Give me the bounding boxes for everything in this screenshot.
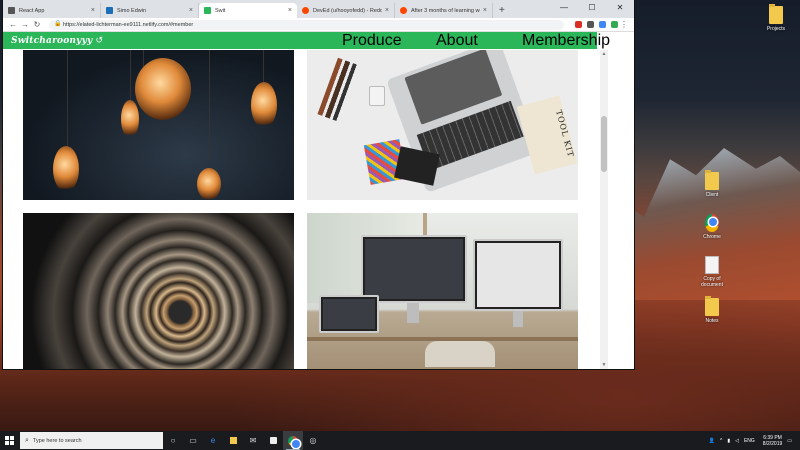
tab-close-icon[interactable]: × (288, 7, 292, 14)
document-icon (705, 256, 719, 274)
tab-close-icon[interactable]: × (483, 7, 487, 14)
minimize-button[interactable]: — (550, 0, 578, 14)
address-bar-row: ← → ↻ 🔒 https://elated-lichterman-ee9111… (3, 18, 634, 32)
scroll-down-icon[interactable]: ▼ (600, 362, 608, 368)
tab-close-icon[interactable]: × (385, 7, 389, 14)
mail-icon[interactable]: ✉ (243, 431, 263, 450)
extension-icon[interactable] (575, 21, 582, 28)
folder-icon (705, 170, 719, 190)
photo-spiral-staircase (23, 213, 294, 369)
file-explorer-icon[interactable] (223, 431, 243, 450)
clock-time: 6:39 PM (763, 434, 782, 441)
edge-icon[interactable]: e (203, 431, 223, 450)
people-icon[interactable]: 👤 (709, 438, 715, 444)
page-scrollbar[interactable]: ▲ ▼ (600, 50, 608, 369)
tab-close-icon[interactable]: × (189, 7, 193, 14)
task-view-icon[interactable]: ○ (163, 431, 183, 450)
nav-link-about[interactable]: About (436, 32, 478, 50)
photo-edison-bulbs (23, 50, 294, 200)
reload-button[interactable]: ↻ (31, 20, 43, 29)
site-logo[interactable]: Switcharoonyyy (11, 36, 92, 46)
nav-link-membership[interactable]: Membership (522, 32, 610, 50)
tab-simo-edwin[interactable]: Simo Edwin × (101, 3, 199, 18)
desktop-icon-projects[interactable]: Projects (756, 4, 796, 32)
tab-close-icon[interactable]: × (91, 7, 95, 14)
system-tray: 👤 ^ ▮ ◁ ENG 6:39 PM 8/2/2019 ▭ (704, 435, 800, 447)
task-view-button[interactable]: ▭ (183, 431, 203, 450)
photo-laptop-desk: TOOL KIT (307, 50, 578, 200)
desktop-icon-client[interactable]: Client (692, 170, 732, 198)
logo-swirl-icon: ↺ (95, 35, 104, 45)
start-button[interactable] (0, 431, 18, 450)
network-icon[interactable]: ▮ (727, 438, 730, 444)
maximize-button[interactable]: ☐ (578, 0, 606, 14)
store-icon[interactable] (263, 431, 283, 450)
site-header: Switcharoonyyy ↺ Produce About Membershi… (3, 32, 610, 50)
new-tab-button[interactable]: + (499, 3, 505, 18)
desktop-icon-chrome[interactable]: Chrome (692, 214, 732, 240)
window-controls: — ☐ ✕ (550, 0, 634, 14)
chrome-taskbar-icon[interactable] (283, 431, 303, 450)
scrollbar-thumb[interactable] (601, 116, 607, 172)
windows-logo-icon (4, 436, 14, 445)
taskbar: ⌕ Type here to search ○ ▭ e ✉ ◎ 👤 ^ ▮ ◁ … (0, 431, 800, 450)
extension-icon[interactable] (611, 21, 618, 28)
scroll-up-icon[interactable]: ▲ (600, 51, 608, 57)
volume-icon[interactable]: ◁ (735, 438, 739, 444)
show-hidden-icon[interactable]: ^ (720, 438, 722, 444)
tab-favicon-icon (106, 7, 113, 14)
tool-kit-bag: TOOL KIT (516, 95, 578, 175)
reddit-icon (302, 7, 309, 14)
nav-link-produce[interactable]: Produce (342, 32, 402, 50)
tab-swit[interactable]: Swit × (199, 3, 297, 18)
back-button[interactable]: ← (7, 20, 19, 29)
desktop-icon-document[interactable]: Copy of document (692, 256, 732, 288)
forward-button[interactable]: → (19, 20, 31, 29)
tab-favicon-icon (8, 7, 15, 14)
app-icon[interactable]: ◎ (303, 431, 323, 450)
search-placeholder: Type here to search (32, 437, 82, 444)
folder-icon (769, 4, 783, 24)
menu-kebab-icon[interactable]: ⋮ (618, 20, 630, 29)
taskbar-search-input[interactable]: ⌕ Type here to search (20, 432, 163, 449)
tab-strip: React App × Simo Edwin × Swit × DevEd (u… (3, 0, 634, 18)
lang-indicator[interactable]: ENG (744, 438, 755, 444)
folder-icon (705, 296, 719, 316)
url-input[interactable]: 🔒 https://elated-lichterman-ee9111.netli… (49, 19, 564, 30)
reddit-icon (400, 7, 407, 14)
search-icon: ⌕ (25, 436, 29, 444)
extension-icon[interactable] (599, 21, 606, 28)
browser-window: React App × Simo Edwin × Swit × DevEd (u… (3, 0, 634, 369)
photo-gallery: TOOL KIT (3, 50, 598, 369)
notifications-icon[interactable]: ▭ (787, 438, 792, 444)
desktop-icon-notes[interactable]: Notes (692, 296, 732, 324)
photo-desk-monitors (307, 213, 578, 369)
tab-reddit-webdev[interactable]: After 3 months of learning webd × (395, 3, 493, 18)
tab-react-app[interactable]: React App × (3, 3, 101, 18)
tab-reddit-deved[interactable]: DevEd (u/hooyofedd) - Reddit × (297, 3, 395, 18)
lock-icon: 🔒 (54, 21, 62, 27)
chrome-icon (705, 214, 719, 232)
url-text: https://elated-lichterman-ee9111.netlify… (63, 21, 194, 28)
tab-favicon-icon (204, 7, 211, 14)
clock-date: 8/2/2019 (762, 440, 783, 447)
close-window-button[interactable]: ✕ (606, 0, 634, 14)
extension-icon[interactable] (587, 21, 594, 28)
taskbar-clock[interactable]: 6:39 PM 8/2/2019 (763, 435, 782, 447)
